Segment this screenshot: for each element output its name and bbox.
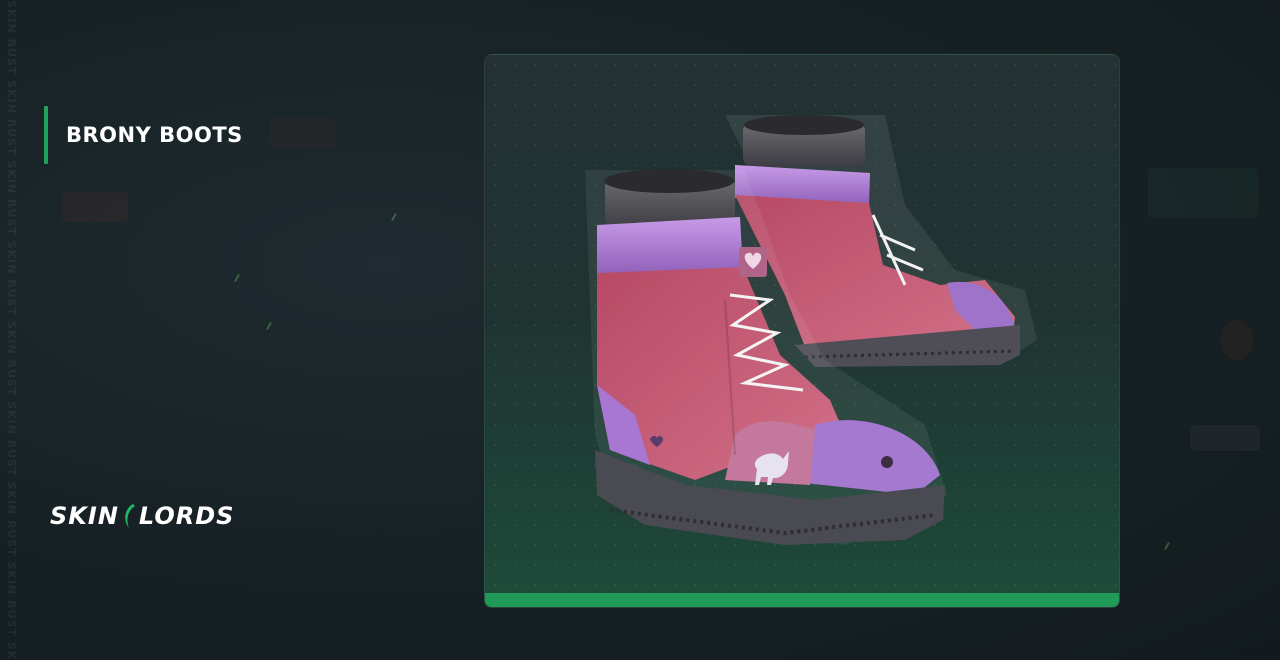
background-blur (1220, 320, 1254, 360)
item-preview-card (484, 54, 1120, 608)
card-bottom-bar (485, 593, 1119, 607)
spark (266, 322, 272, 330)
title-accent-bar (44, 106, 48, 164)
background-blur (1148, 168, 1258, 218)
background-blur (62, 192, 128, 222)
spark (1164, 542, 1170, 550)
item-title-block: BRONY BOOTS (44, 106, 243, 164)
heart-icon (739, 247, 767, 277)
side-watermark: SKIN RUST SKIN RUST SKIN RUST SKIN RUST … (5, 0, 18, 660)
brony-boots-image (585, 115, 1037, 545)
spark (234, 274, 240, 282)
background-blur (270, 118, 335, 148)
item-title: BRONY BOOTS (66, 123, 243, 147)
logo-text-right: LORDS (138, 502, 235, 530)
spark (391, 213, 397, 221)
logo-mark-icon (125, 504, 135, 528)
background-blur (1190, 425, 1260, 451)
logo-text-left: SKIN (50, 502, 119, 530)
skinlords-logo: SKIN LORDS (50, 500, 234, 532)
